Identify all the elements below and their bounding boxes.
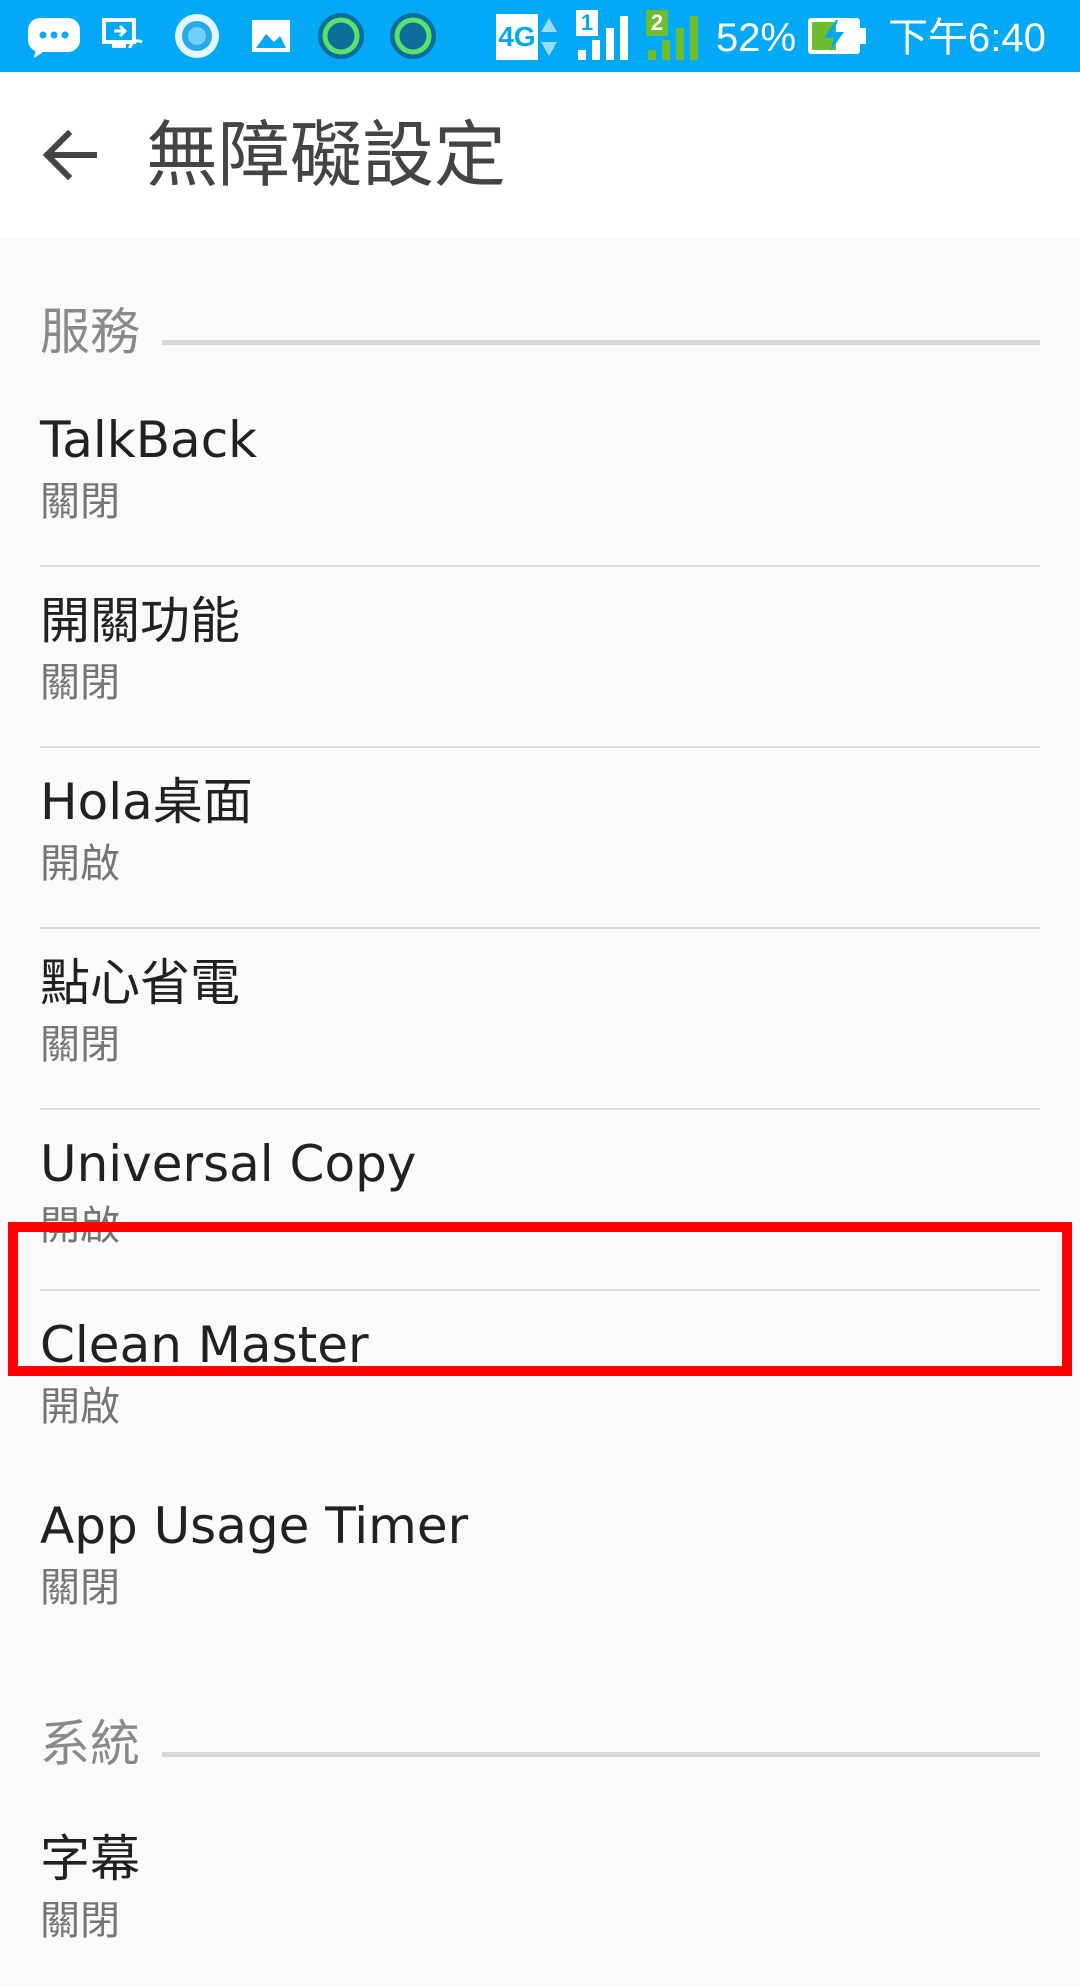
item-summary: 關閉 (40, 479, 120, 525)
list-item-universal-copy[interactable]: Universal Copy 開啟 (0, 1110, 1080, 1291)
list-item-battery-saver[interactable]: 點心省電 關閉 (0, 929, 1080, 1110)
item-summary: 關閉 (40, 1898, 120, 1944)
item-summary: 開啟 (40, 1203, 120, 1249)
list-item-talkback[interactable]: TalkBack 關閉 (0, 386, 1080, 567)
item-title: Clean Master (40, 1316, 369, 1374)
signal-sim2-icon: 2 (646, 10, 702, 62)
item-summary: 開啟 (40, 841, 120, 887)
section-header-services: 服務 (40, 292, 1040, 372)
section-title: 服務 (40, 292, 158, 372)
section-title: 系統 (40, 1704, 158, 1784)
item-summary: 開啟 (40, 1384, 120, 1430)
item-title: 開關功能 (40, 592, 240, 650)
list-item-switch-access[interactable]: 開關功能 關閉 (0, 567, 1080, 748)
ring-app-icon (318, 13, 364, 59)
signal-bars-icon (578, 16, 628, 60)
item-title: App Usage Timer (40, 1497, 469, 1555)
page-title: 無障礙設定 (146, 113, 507, 197)
app-bar: 無障礙設定 (0, 72, 1080, 238)
ring-app-icon-2 (390, 13, 436, 59)
item-summary: 關閉 (40, 1565, 120, 1611)
section-divider (162, 1752, 1040, 1757)
item-title: Universal Copy (40, 1135, 417, 1193)
section-divider (162, 340, 1040, 345)
circle-app-icon (175, 14, 219, 58)
battery-charging-icon (808, 18, 866, 54)
list-item-app-usage-timer[interactable]: App Usage Timer 關閉 (0, 1472, 1080, 1653)
list-item-hola-launcher[interactable]: Hola桌面 開啟 (0, 748, 1080, 929)
section-header-system: 系統 (40, 1704, 1040, 1784)
screen-cast-icon (102, 18, 143, 49)
settings-list[interactable]: 服務 TalkBack 關閉 開關功能 關閉 Hola桌面 開啟 點心省電 關閉… (0, 238, 1080, 1944)
network-4g-icon: 4G (494, 14, 560, 60)
list-item-captions[interactable]: 字幕 關閉 (0, 1805, 1080, 1986)
item-title: 字幕 (40, 1830, 140, 1888)
data-arrows-icon (541, 18, 557, 56)
item-summary: 關閉 (40, 1022, 120, 1068)
item-title: TalkBack (40, 411, 258, 469)
signal-sim1-icon: 1 (576, 10, 632, 62)
chat-bubble-icon (28, 18, 80, 58)
battery-percent: 52% (716, 16, 797, 60)
gallery-icon (252, 20, 290, 52)
item-title: 點心省電 (40, 954, 240, 1012)
list-item-clean-master[interactable]: Clean Master 開啟 (0, 1291, 1080, 1472)
arrow-back-icon[interactable] (38, 124, 100, 186)
item-summary: 關閉 (40, 660, 120, 706)
item-title: Hola桌面 (40, 773, 253, 831)
status-bar: 4G 1 2 52% 下午6:40 (0, 0, 1080, 72)
signal-bars-icon-2 (648, 16, 698, 60)
clock: 下午6:40 (888, 16, 1046, 60)
network-type-label: 4G (496, 14, 538, 60)
